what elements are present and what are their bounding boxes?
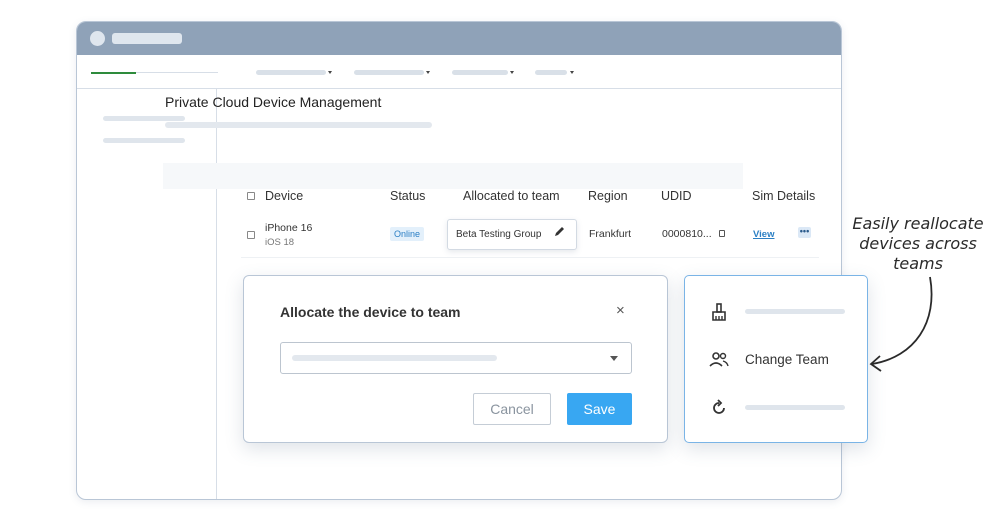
annotation-arrow-icon: [869, 276, 933, 372]
refresh-icon: [709, 398, 729, 418]
team-select-placeholder: [292, 355, 497, 361]
select-all-checkbox[interactable]: [247, 192, 255, 200]
close-icon[interactable]: ×: [616, 302, 625, 319]
page-title: Private Cloud Device Management: [165, 94, 382, 110]
udid-value: 0000810...: [662, 228, 712, 240]
chevron-down-icon: [610, 356, 618, 361]
team-chip[interactable]: Beta Testing Group: [447, 219, 577, 250]
page-subtitle-placeholder: [165, 122, 432, 128]
modal-title: Allocate the device to team: [280, 304, 461, 320]
device-os: iOS 18: [265, 237, 295, 248]
popup-item-change-team[interactable]: Change Team: [685, 340, 867, 380]
table-header: [163, 163, 743, 189]
nav-menu-2[interactable]: [354, 70, 424, 75]
device-name: iPhone 16: [265, 222, 313, 234]
sidebar: [77, 89, 217, 499]
sidebar-item-1[interactable]: [103, 116, 185, 121]
team-select[interactable]: [280, 342, 632, 374]
row-checkbox[interactable]: [247, 231, 255, 239]
annotation-text: Easily reallocate devices across teams: [852, 214, 984, 273]
allocate-modal: Allocate the device to team × Cancel Sav…: [243, 275, 668, 443]
sim-view-link[interactable]: View: [753, 229, 774, 240]
sidebar-item-2[interactable]: [103, 138, 185, 143]
region-value: Frankfurt: [589, 228, 632, 240]
change-team-label: Change Team: [745, 352, 829, 367]
column-header-device[interactable]: Device: [265, 189, 303, 203]
column-header-status[interactable]: Status: [390, 189, 425, 203]
column-header-sim-details[interactable]: Sim Details: [752, 189, 815, 203]
popup-item-clean[interactable]: [685, 292, 867, 332]
nav-divider: [136, 72, 218, 73]
pencil-icon[interactable]: [554, 225, 566, 240]
action-popup: Change Team: [684, 275, 868, 443]
chevron-down-icon: [510, 71, 514, 74]
cancel-button[interactable]: Cancel: [473, 393, 551, 425]
chevron-down-icon: [570, 71, 574, 74]
save-button[interactable]: Save: [567, 393, 632, 425]
column-header-region[interactable]: Region: [588, 189, 628, 203]
nav-menu-3[interactable]: [452, 70, 508, 75]
window-title-placeholder: [112, 33, 182, 44]
top-nav: [77, 55, 841, 89]
window-control-dot[interactable]: [90, 31, 105, 46]
copy-icon[interactable]: [719, 230, 725, 237]
nav-menu-1[interactable]: [256, 70, 326, 75]
chevron-down-icon: [426, 71, 430, 74]
users-icon: [709, 350, 729, 370]
row-divider: [241, 257, 819, 258]
nav-menu-4[interactable]: [535, 70, 567, 75]
column-header-team[interactable]: Allocated to team: [463, 189, 560, 203]
nav-active-indicator: [91, 72, 136, 74]
more-options-icon[interactable]: •••: [798, 227, 811, 238]
chevron-down-icon: [328, 71, 332, 74]
column-header-udid[interactable]: UDID: [661, 189, 692, 203]
popup-item-refresh[interactable]: [685, 388, 867, 428]
status-badge: Online: [390, 227, 425, 241]
popup-item-clean-label: [745, 309, 845, 314]
window-titlebar: [77, 22, 841, 55]
team-chip-label: Beta Testing Group: [456, 229, 542, 240]
broom-icon: [709, 302, 729, 322]
popup-item-refresh-label: [745, 405, 845, 410]
